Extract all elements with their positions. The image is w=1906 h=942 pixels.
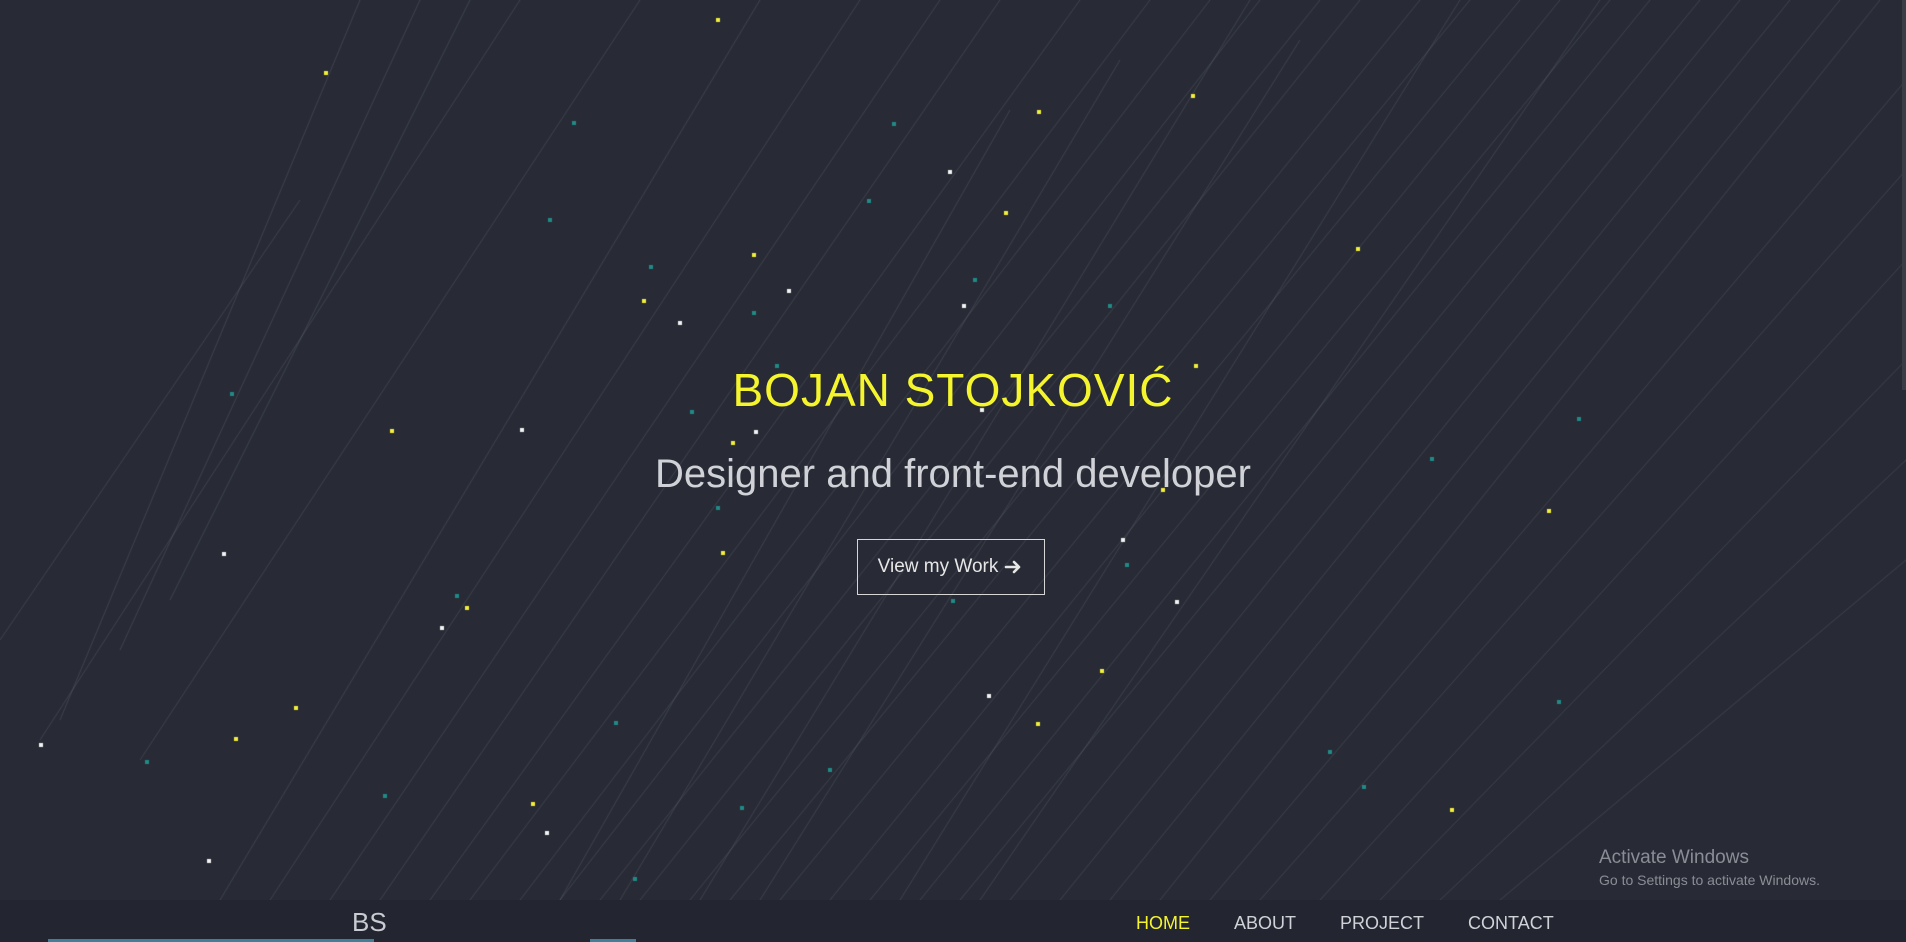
- arrow-right-icon: [1004, 559, 1024, 575]
- watermark-subtitle: Go to Settings to activate Windows.: [1599, 872, 1820, 888]
- scrollbar-thumb[interactable]: [1902, 0, 1906, 390]
- page: BOJAN STOJKOVIĆ Designer and front-end d…: [0, 0, 1906, 942]
- watermark-title: Activate Windows: [1599, 847, 1749, 868]
- view-my-work-label: View my Work: [877, 556, 999, 577]
- nav-item-contact[interactable]: CONTACT: [1468, 912, 1554, 936]
- view-my-work-button[interactable]: View my Work: [857, 539, 1045, 595]
- nav-item-project[interactable]: PROJECT: [1340, 912, 1424, 936]
- nav-item-home[interactable]: HOME: [1136, 912, 1190, 936]
- navbar: BS HOME ABOUT PROJECT CONTACT: [0, 900, 1906, 942]
- hero-section: BOJAN STOJKOVIĆ Designer and front-end d…: [0, 0, 1906, 900]
- nav-item-about[interactable]: ABOUT: [1234, 912, 1296, 936]
- hero-subtitle: Designer and front-end developer: [655, 452, 1251, 496]
- brand-logo[interactable]: BS: [352, 906, 387, 938]
- nav-menu: HOME ABOUT PROJECT CONTACT: [1136, 912, 1554, 936]
- hero-name: BOJAN STOJKOVIĆ: [732, 364, 1174, 416]
- activate-windows-watermark: Activate Windows Go to Settings to activ…: [1599, 846, 1820, 890]
